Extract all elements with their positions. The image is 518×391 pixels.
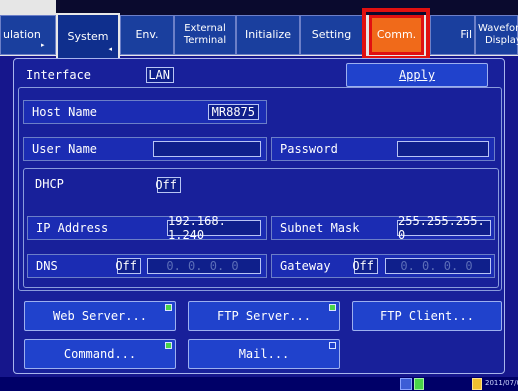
dns-field[interactable]: 0. 0. 0. 0 (147, 258, 261, 274)
host-name-field[interactable]: MR8875 (208, 104, 259, 120)
subnet-mask-value: 255.255.255. 0 (398, 214, 485, 242)
mail-button[interactable]: Mail... (188, 339, 340, 369)
ftp-client-button-label: FTP Client... (380, 309, 474, 323)
ftp-client-button[interactable]: FTP Client... (352, 301, 502, 331)
ip-address-label: IP Address (36, 221, 109, 235)
mail-status-led (329, 342, 336, 349)
web-server-button[interactable]: Web Server... (24, 301, 176, 331)
dns-toggle-value: Off (115, 259, 137, 273)
gateway-toggle-value: Off (352, 259, 374, 273)
tab-env-label: Env. (135, 28, 159, 41)
gateway-field[interactable]: 0. 0. 0. 0 (385, 258, 491, 274)
password-field[interactable] (397, 141, 489, 157)
tab-external-terminal-label: External Terminal (183, 23, 227, 46)
screen: ulation ▸ System ◂ Env. External Termina… (0, 0, 518, 391)
tab-simulation-label: ulation (3, 28, 41, 41)
host-name-value: MR8875 (211, 105, 255, 119)
interface-value: LAN (148, 68, 170, 82)
tab-env[interactable]: Env. (120, 15, 174, 55)
apply-button[interactable]: Apply (346, 63, 488, 87)
tab-bar-strip (56, 0, 518, 15)
status-date: 2011/07/03 (485, 379, 518, 387)
tab-setting-label: Setting (311, 28, 352, 41)
gateway-label: Gateway (280, 259, 331, 273)
ip-address-field[interactable]: 192.168. 1.240 (167, 214, 261, 242)
status-lan-icon (400, 378, 412, 390)
tab-file[interactable]: Fil (430, 15, 475, 55)
interface-label: Interface (26, 68, 92, 82)
password-label: Password (280, 142, 338, 156)
ftp-server-status-led (329, 304, 336, 311)
ftp-server-button-label: FTP Server... (217, 309, 311, 323)
dhcp-toggle[interactable]: Off (155, 177, 181, 193)
status-connection-icon (414, 378, 424, 390)
tab-initialize[interactable]: Initialize (236, 15, 300, 55)
comm-settings-panel: Interface LAN Apply Host Name MR8875 Use… (13, 58, 505, 374)
subnet-mask-field[interactable]: 255.255.255. 0 (397, 214, 491, 242)
dns-label: DNS (36, 259, 58, 273)
tab-initialize-label: Initialize (244, 28, 292, 41)
subnet-mask-label: Subnet Mask (280, 221, 360, 235)
command-status-led (165, 342, 172, 349)
dns-value: 0. 0. 0. 0 (166, 259, 239, 273)
gateway-value: 0. 0. 0. 0 (400, 259, 473, 273)
tab-external-terminal[interactable]: External Terminal (174, 15, 236, 55)
tab-comm-label: Comm. (376, 28, 417, 41)
host-name-label: Host Name (32, 105, 98, 119)
user-name-field[interactable] (153, 141, 261, 157)
mail-button-label: Mail... (238, 347, 290, 361)
ip-address-value: 192.168. 1.240 (168, 214, 226, 242)
interface-select[interactable]: LAN (146, 67, 174, 83)
status-bar (0, 377, 518, 391)
web-server-button-label: Web Server... (53, 309, 147, 323)
tab-setting[interactable]: Setting (300, 15, 363, 55)
web-server-status-led (165, 304, 172, 311)
apply-button-label: Apply (398, 68, 436, 82)
tab-arrow-icon: ◂ (108, 45, 112, 53)
tab-waveform-display[interactable]: Waveform Display (475, 15, 518, 55)
ftp-server-button[interactable]: FTP Server... (188, 301, 340, 331)
dhcp-label: DHCP (35, 177, 64, 191)
tab-system[interactable]: System ◂ (56, 13, 120, 58)
lan-settings-box: Host Name MR8875 User Name Password DHCP… (18, 87, 502, 291)
tab-arrow-icon: ▸ (41, 41, 45, 49)
tab-waveform-display-label: Waveform Display (478, 23, 518, 46)
tab-bar: ulation ▸ System ◂ Env. External Termina… (0, 0, 518, 60)
command-button[interactable]: Command... (24, 339, 176, 369)
tab-simulation[interactable]: ulation ▸ (0, 15, 56, 55)
tab-comm[interactable]: Comm. (369, 15, 424, 55)
user-name-label: User Name (32, 142, 98, 156)
status-battery-icon (472, 378, 482, 390)
gateway-toggle[interactable]: Off (352, 258, 378, 274)
command-button-label: Command... (63, 347, 137, 361)
dhcp-value: Off (155, 178, 177, 192)
dns-toggle[interactable]: Off (115, 258, 141, 274)
tab-system-label: System (67, 29, 109, 43)
tab-file-label: Fil (460, 28, 472, 41)
